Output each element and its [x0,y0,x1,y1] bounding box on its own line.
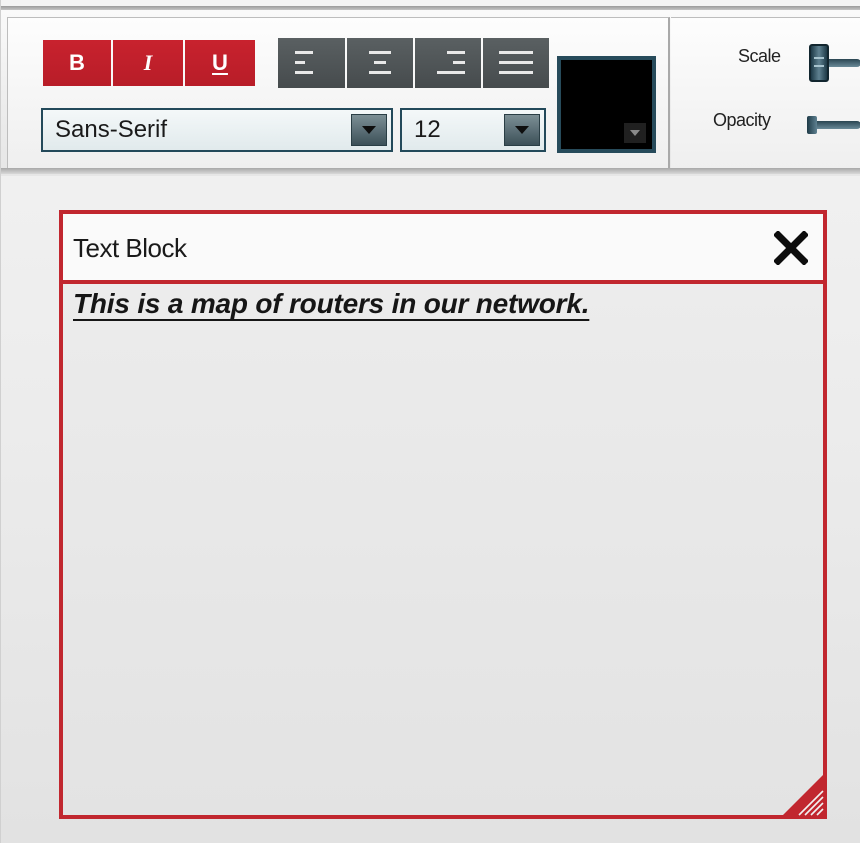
align-left-button[interactable] [278,38,345,88]
opacity-slider-thumb[interactable] [807,116,817,134]
align-justify-icon [499,51,533,74]
chevron-down-icon [515,126,529,134]
align-center-button[interactable] [347,38,413,88]
resize-grip-icon[interactable] [781,773,825,817]
color-dropdown-button[interactable] [624,123,646,143]
text-color-picker[interactable] [557,56,656,153]
align-left-icon [294,51,313,74]
font-family-value: Sans-Serif [55,116,168,143]
opacity-label: Opacity [713,110,771,130]
underline-label: U [212,50,228,75]
font-size-select[interactable]: 12 [400,108,546,152]
italic-button[interactable]: I [113,40,183,86]
transform-panel [671,17,860,169]
font-family-dropdown-button[interactable] [351,114,387,146]
close-icon [774,231,808,265]
font-family-select[interactable]: Sans-Serif [41,108,393,152]
align-center-icon [369,51,391,74]
text-editor-window: B I U Sans-Serif 12 Scale Opacity Text B… [0,0,860,843]
chevron-down-icon [630,130,640,136]
align-right-icon [437,51,465,74]
scale-label: Scale [738,46,781,66]
close-button[interactable] [773,230,809,266]
font-size-value: 12 [414,116,441,143]
text-block-content[interactable]: This is a map of routers in our network. [73,288,813,320]
text-block-panel[interactable]: Text Block This is a map of routers in o… [59,210,827,819]
underline-button[interactable]: U [185,40,255,86]
toolbar-divider [1,168,860,174]
bold-button[interactable]: B [43,40,111,86]
scale-slider-thumb[interactable] [809,44,829,82]
text-block-header[interactable]: Text Block [63,214,823,284]
text-block-title: Text Block [73,233,187,263]
align-right-button[interactable] [415,38,481,88]
align-justify-button[interactable] [483,38,549,88]
chevron-down-icon [362,126,376,134]
bold-label: B [69,50,85,75]
font-size-dropdown-button[interactable] [504,114,540,146]
italic-label: I [143,50,153,75]
